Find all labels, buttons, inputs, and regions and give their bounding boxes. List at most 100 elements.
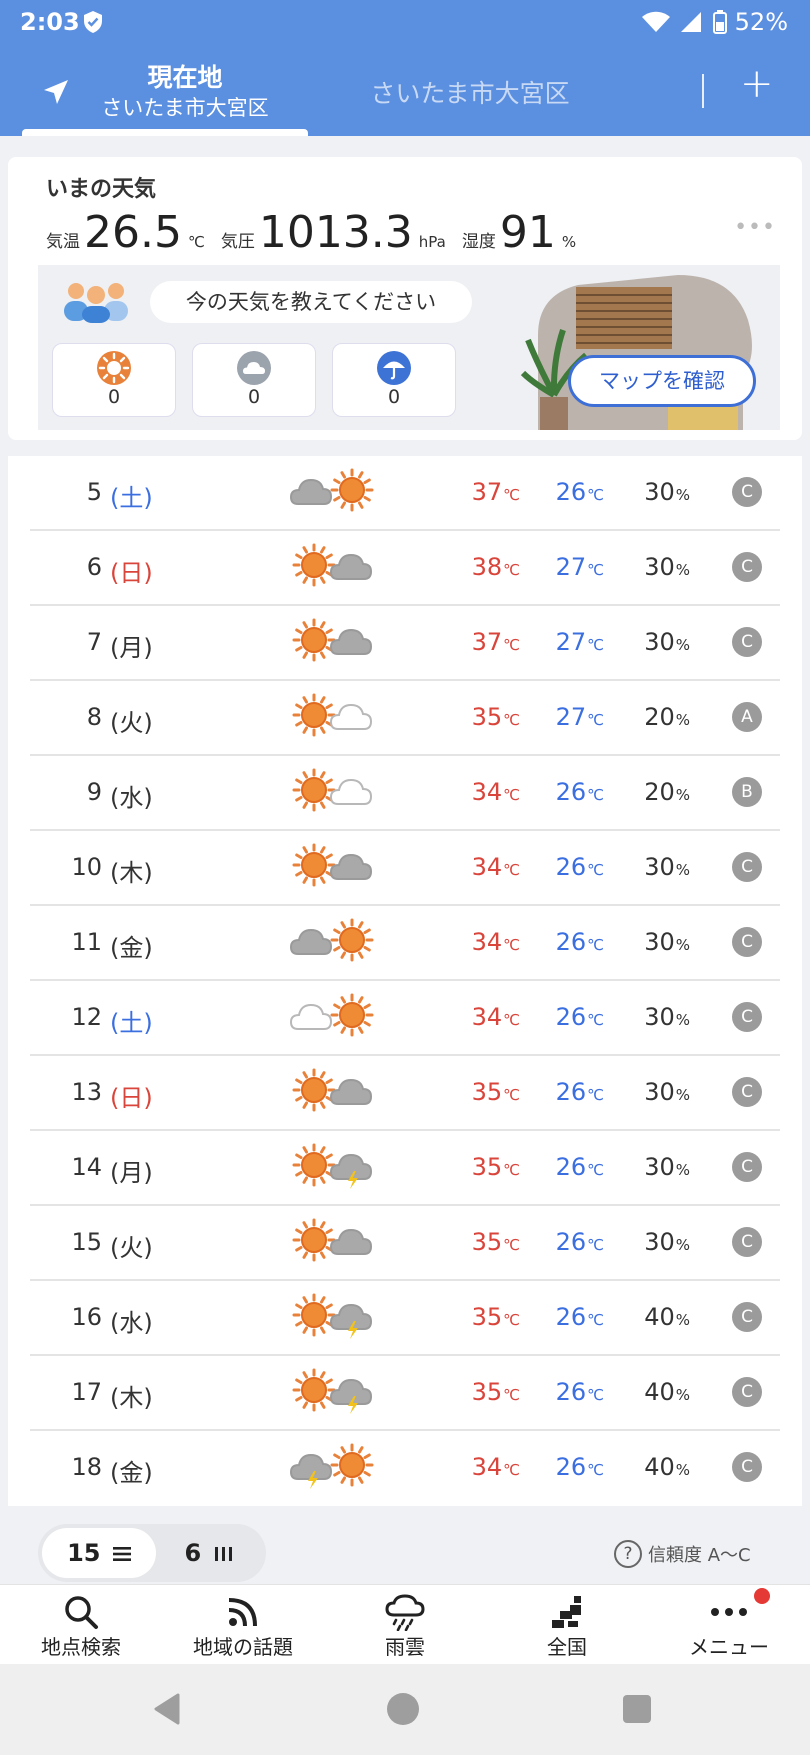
- temp-unit: ℃: [587, 1011, 604, 1029]
- percent-unit: %: [675, 486, 690, 504]
- forecast-row[interactable]: 15 (火) 35℃ 26℃ 30% C: [30, 1206, 780, 1281]
- header-divider: [702, 74, 704, 108]
- forecast-precip: 20%: [630, 703, 690, 731]
- status-bar: 2:03 52%: [0, 0, 810, 46]
- forecast-low-value: 26: [555, 778, 587, 806]
- nav-local-topics[interactable]: 地域の話題: [162, 1585, 324, 1665]
- cloud-sun-icon: [289, 466, 376, 522]
- lightcloud-sun-icon: [289, 991, 376, 1047]
- feed-icon: [228, 1598, 257, 1627]
- current-location-title[interactable]: 現在地: [90, 58, 280, 94]
- reliability-badge: C: [732, 1227, 762, 1257]
- temp-unit: ℃: [503, 1386, 520, 1404]
- reliability-badge: C: [732, 1152, 762, 1182]
- current-location-subtitle[interactable]: さいたま市大宮区: [90, 92, 280, 122]
- back-icon[interactable]: [152, 1692, 182, 1726]
- recents-icon[interactable]: [622, 1694, 652, 1724]
- nav-nationwide[interactable]: 全国: [486, 1585, 648, 1665]
- home-icon[interactable]: [386, 1692, 420, 1726]
- forecast-low-value: 27: [555, 703, 587, 731]
- check-map-button[interactable]: マップを確認: [568, 355, 756, 407]
- forecast-day: 7: [86, 628, 102, 656]
- more-options-icon[interactable]: •••: [734, 215, 776, 240]
- forecast-low: 26℃: [544, 1078, 604, 1106]
- forecast-high: 34℃: [460, 1453, 520, 1481]
- temp-unit: ℃: [503, 861, 520, 879]
- reliability-badge: C: [732, 852, 762, 882]
- forecast-row[interactable]: 5 (土) 37℃ 26℃ 30% C: [30, 456, 780, 531]
- forecast-precip-value: 40: [644, 1453, 675, 1481]
- reliability-badge: C: [732, 1377, 762, 1407]
- vote-sunny-button[interactable]: 0: [52, 343, 176, 417]
- forecast-row[interactable]: 11 (金) 34℃ 26℃ 30% C: [30, 906, 780, 981]
- forecast-high-value: 35: [471, 1303, 503, 1331]
- forecast-precip-value: 30: [644, 628, 675, 656]
- forecast-row[interactable]: 9 (水) 34℃ 26℃ 20% B: [30, 756, 780, 831]
- forecast-high-value: 37: [471, 478, 503, 506]
- percent-unit: %: [675, 636, 690, 654]
- current-weather-card: いまの天気 気温 26.5 ℃ 気圧 1013.3 hPa 湿度 91 % ••…: [8, 157, 802, 440]
- temp-unit: ℃: [503, 1311, 520, 1329]
- sun-cloud-icon: [290, 841, 376, 897]
- temp-unit: ℃: [587, 1236, 604, 1254]
- current-readings: 気温 26.5 ℃ 気圧 1013.3 hPa 湿度 91 %: [46, 207, 592, 258]
- pressure-label: 気圧: [220, 232, 255, 252]
- reliability-info[interactable]: ? 信頼度 A〜C: [614, 1540, 751, 1568]
- forecast-low: 26℃: [544, 928, 604, 956]
- nav-search[interactable]: 地点検索: [0, 1585, 162, 1665]
- pressure-value: 1013.3: [258, 207, 413, 258]
- list-icon: [112, 1547, 131, 1561]
- forecast-precip: 30%: [630, 1003, 690, 1031]
- forecast-weekday: (水): [110, 1309, 153, 1337]
- bars-icon: [214, 1547, 232, 1561]
- forecast-weekday: (月): [110, 634, 153, 662]
- sun-thunder-icon: [290, 1366, 376, 1422]
- forecast-row[interactable]: 13 (日) 35℃ 26℃ 30% C: [30, 1056, 780, 1131]
- forecast-precip-value: 30: [644, 1228, 675, 1256]
- vote-cloudy-button[interactable]: 0: [192, 343, 316, 417]
- reliability-badge: C: [732, 1077, 762, 1107]
- tab-saved-location[interactable]: さいたま市大宮区: [340, 74, 600, 110]
- chart-view-button[interactable]: 6: [156, 1528, 262, 1578]
- forecast-low: 26℃: [544, 478, 604, 506]
- nav-menu-label: メニュー: [689, 1635, 769, 1659]
- forecast-low-value: 26: [555, 1453, 587, 1481]
- add-location-button[interactable]: +: [740, 64, 774, 104]
- forecast-row[interactable]: 7 (月) 37℃ 27℃ 30% C: [30, 606, 780, 681]
- forecast-low-value: 26: [555, 1003, 587, 1031]
- forecast-row[interactable]: 16 (水) 35℃ 26℃ 40% C: [30, 1281, 780, 1356]
- forecast-precip: 30%: [630, 1228, 690, 1256]
- forecast-precip-value: 30: [644, 1078, 675, 1106]
- reliability-badge: C: [732, 477, 762, 507]
- forecast-row[interactable]: 18 (金) 34℃ 26℃ 40% C: [30, 1431, 780, 1506]
- forecast-precip-value: 30: [644, 853, 675, 881]
- forecast-high-value: 35: [471, 1378, 503, 1406]
- forecast-row[interactable]: 12 (土) 34℃ 26℃ 30% C: [30, 981, 780, 1056]
- sun-thunder-icon: [290, 1291, 376, 1347]
- forecast-row[interactable]: 14 (月) 35℃ 26℃ 30% C: [30, 1131, 780, 1206]
- percent-unit: %: [675, 1461, 690, 1479]
- list-view-button[interactable]: 15: [42, 1528, 156, 1578]
- location-arrow-icon[interactable]: [42, 78, 70, 106]
- forecast-row[interactable]: 8 (火) 35℃ 27℃ 20% A: [30, 681, 780, 756]
- thunder-sun-icon: [289, 1441, 376, 1497]
- forecast-weekday: (日): [110, 1084, 153, 1112]
- nav-rain-cloud[interactable]: 雨雲: [324, 1585, 486, 1665]
- forecast-row[interactable]: 10 (木) 34℃ 26℃ 30% C: [30, 831, 780, 906]
- forecast-low-value: 27: [555, 553, 587, 581]
- shield-icon: [84, 11, 102, 33]
- view-toggle: 15 6: [38, 1524, 266, 1582]
- umbrella-vote-icon: [377, 351, 411, 385]
- battery-icon: [712, 10, 727, 34]
- forecast-row[interactable]: 17 (木) 35℃ 26℃ 40% C: [30, 1356, 780, 1431]
- forecast-low: 26℃: [544, 1303, 604, 1331]
- nav-menu[interactable]: メニュー: [648, 1585, 810, 1665]
- forecast-row[interactable]: 6 (日) 38℃ 27℃ 30% C: [30, 531, 780, 606]
- vote-rainy-button[interactable]: 0: [332, 343, 456, 417]
- people-icon: [64, 283, 128, 323]
- forecast-precip-value: 30: [644, 1153, 675, 1181]
- forecast-high: 35℃: [460, 1228, 520, 1256]
- forecast-weekday: (火): [110, 1234, 153, 1262]
- forecast-high: 37℃: [460, 628, 520, 656]
- battery-percent: 52%: [734, 8, 788, 36]
